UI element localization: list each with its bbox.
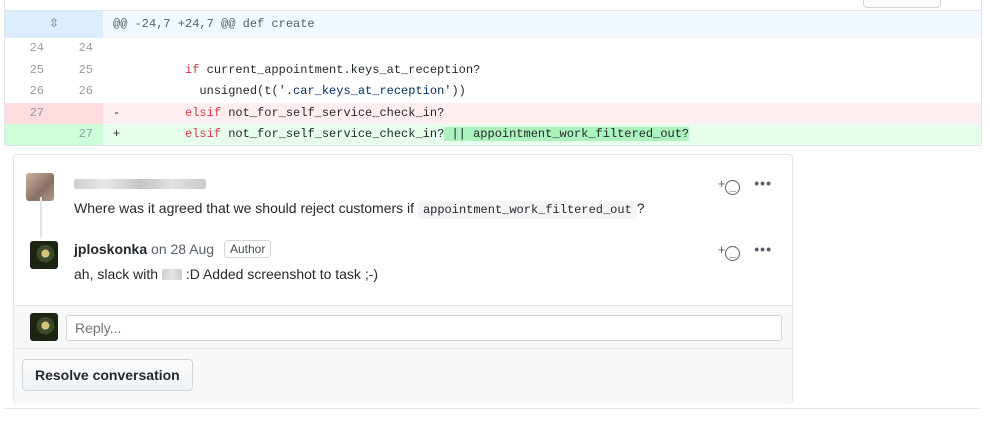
old-line-number[interactable]: 27 <box>5 102 54 124</box>
old-line-number[interactable]: 24 <box>5 38 54 60</box>
thread-connector <box>40 197 42 237</box>
hunk-header: ⇳ @@ -24,7 +24,7 @@ def create <box>5 11 981 38</box>
diff-line: 25 25 if current_appointment.keys_at_rec… <box>5 60 981 82</box>
code-text: not_for_self_service_check_in? <box>221 127 445 141</box>
keyword: if <box>185 62 200 77</box>
comment-actions: + ‿ ••• <box>718 241 772 261</box>
more-options-button[interactable]: ••• <box>754 241 772 257</box>
code-text: current_appointment.keys_at_reception? <box>199 62 481 77</box>
comment-body: ah, slack with :D Added screenshot to ta… <box>74 266 378 282</box>
code-text: not_for_self_service_check_in? <box>221 105 445 120</box>
review-thread: + ‿ ••• Where was it agreed that we should… <box>13 154 793 404</box>
more-options-button[interactable]: ••• <box>754 175 772 191</box>
smiley-icon: ‿ <box>725 246 741 261</box>
diff-line: 26 26 unsigned(t('.car_keys_at_reception… <box>5 81 981 103</box>
smiley-icon: ‿ <box>725 180 741 195</box>
resolve-bar: Resolve conversation <box>14 348 792 404</box>
inline-code: appointment_work_filtered_out <box>417 201 637 219</box>
reply-input[interactable] <box>66 315 782 341</box>
diff-view: ⇳ @@ -24,7 +24,7 @@ def create 24 24 25 … <box>4 0 982 146</box>
expand-hunk-button[interactable]: ⇳ <box>5 11 103 38</box>
keyword: elsif <box>185 105 222 120</box>
old-line-number[interactable]: 26 <box>5 81 54 103</box>
diff-line-deleted: 27 - elsif not_for_self_service_check_in… <box>5 102 981 124</box>
add-reaction-button[interactable]: + ‿ <box>718 241 741 261</box>
review-comment: jploskonka on 28 Aug Author + ‿ ••• ah, sl… <box>14 235 792 295</box>
comment-header: jploskonka on 28 Aug <box>74 241 214 257</box>
keyword: elsif <box>185 127 222 141</box>
diff-marker: + <box>113 127 121 141</box>
resolve-conversation-button[interactable]: Resolve conversation <box>22 359 193 391</box>
comment-date[interactable]: on 28 Aug <box>151 241 214 257</box>
review-thread-area: + ‿ ••• Where was it agreed that we should… <box>4 145 980 408</box>
old-line-number[interactable] <box>5 124 54 146</box>
author-name[interactable]: jploskonka <box>74 241 147 257</box>
code-text: )) <box>451 84 466 98</box>
highlighted-change: || appointment_work_filtered_out? <box>444 127 690 141</box>
hunk-header-text: @@ -24,7 +24,7 @@ def create <box>103 11 981 38</box>
diff-marker: - <box>113 105 121 120</box>
comment-text: ah, slack with <box>74 266 159 282</box>
review-comment: + ‿ ••• Where was it agreed that we should… <box>14 169 792 229</box>
diff-line: 24 24 <box>5 38 981 60</box>
code-line: + elsif not_for_self_service_check_in? |… <box>103 124 981 146</box>
code-text: unsigned(t( <box>185 84 279 98</box>
comment-text: :D Added screenshot to task ;-) <box>185 266 379 282</box>
new-line-number[interactable]: 26 <box>54 81 103 103</box>
code-line: unsigned(t('.car_keys_at_reception')) <box>103 81 981 103</box>
add-reaction-button[interactable]: + ‿ <box>718 175 741 195</box>
redacted-text <box>161 269 182 280</box>
old-line-number[interactable]: 25 <box>5 60 54 82</box>
avatar[interactable] <box>30 241 58 269</box>
file-action-button[interactable] <box>863 0 941 8</box>
comment-actions: + ‿ ••• <box>718 175 772 195</box>
avatar <box>30 313 58 341</box>
new-line-number[interactable]: 27 <box>54 124 103 146</box>
unfold-icon: ⇳ <box>48 17 60 31</box>
code-line: if current_appointment.keys_at_reception… <box>103 60 981 82</box>
code-line: - elsif not_for_self_service_check_in? <box>103 102 981 124</box>
comment-body: Where was it agreed that we should rejec… <box>74 200 645 219</box>
file-header-strip <box>5 0 981 11</box>
new-line-number[interactable]: 25 <box>54 60 103 82</box>
comment-text: Where was it agreed that we should rejec… <box>74 200 415 216</box>
new-line-number[interactable]: 24 <box>54 38 103 60</box>
string-literal: '.car_keys_at_reception' <box>278 84 452 98</box>
comment-text: ? <box>636 200 645 216</box>
new-line-number[interactable] <box>54 102 103 124</box>
diff-line-partial <box>4 408 980 421</box>
diff-line-added: 27 + elsif not_for_self_service_check_in… <box>5 124 981 146</box>
author-name-redacted[interactable] <box>74 179 206 189</box>
author-badge: Author <box>224 240 272 258</box>
reply-bar <box>14 305 792 348</box>
